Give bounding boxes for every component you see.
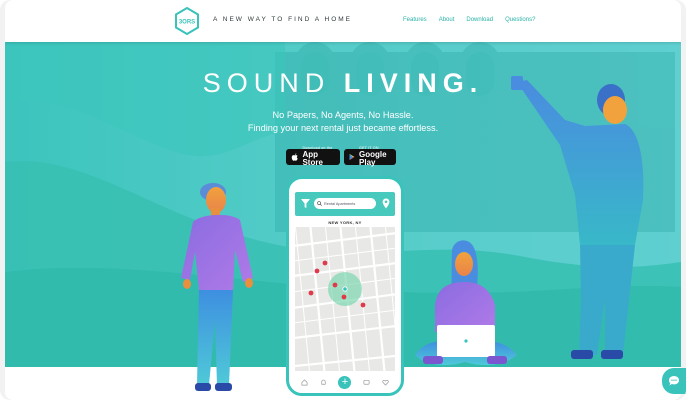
nav-about[interactable]: About — [439, 17, 455, 23]
location-pin-icon[interactable] — [382, 198, 390, 209]
map-city-label: NEW YORK, NY — [328, 220, 362, 225]
listing-pin[interactable] — [314, 268, 320, 274]
map-view[interactable] — [295, 227, 395, 371]
brand-logo[interactable]: 3ORS — [175, 7, 199, 35]
filter-icon[interactable] — [301, 199, 310, 208]
listing-pin[interactable] — [322, 260, 328, 266]
man-pointing — [511, 76, 644, 359]
app-search-bar: Rental Apartments — [295, 192, 395, 216]
current-location-dot — [342, 286, 348, 292]
main-nav: Features About Download Questions? — [403, 17, 535, 23]
chat-icon[interactable] — [363, 379, 370, 386]
nav-questions[interactable]: Questions? — [505, 17, 535, 23]
map-streets — [295, 227, 395, 371]
listing-pin[interactable] — [341, 294, 347, 300]
landing-page: 3ORS A NEW WAY TO FIND A HOME Features A… — [5, 0, 681, 400]
chat-bubble-icon — [669, 376, 679, 386]
add-button[interactable]: + — [338, 375, 352, 389]
heart-icon[interactable] — [382, 379, 389, 386]
man-standing — [181, 183, 253, 391]
browser-frame: 3ORS A NEW WAY TO FIND A HOME Features A… — [0, 0, 686, 400]
search-placeholder: Rental Apartments — [324, 201, 356, 206]
listing-pin[interactable] — [360, 302, 366, 308]
nav-download[interactable]: Download — [466, 17, 493, 23]
home-icon[interactable] — [301, 378, 308, 386]
listing-pin[interactable] — [332, 282, 338, 288]
bell-icon[interactable] — [320, 379, 327, 386]
search-icon — [317, 201, 322, 206]
site-header: 3ORS A NEW WAY TO FIND A HOME Features A… — [5, 0, 681, 42]
app-tab-bar: + — [295, 374, 395, 390]
chat-widget-button[interactable] — [662, 368, 686, 394]
app-search-input[interactable]: Rental Apartments — [314, 198, 376, 209]
logo-text: 3ORS — [179, 20, 195, 26]
brand-tagline: A NEW WAY TO FIND A HOME — [213, 16, 353, 23]
woman-with-laptop — [415, 240, 517, 366]
phone-mockup: Rental Apartments NEW YORK, NY + — [286, 176, 404, 396]
nav-features[interactable]: Features — [403, 17, 427, 23]
listing-pin[interactable] — [308, 290, 314, 296]
